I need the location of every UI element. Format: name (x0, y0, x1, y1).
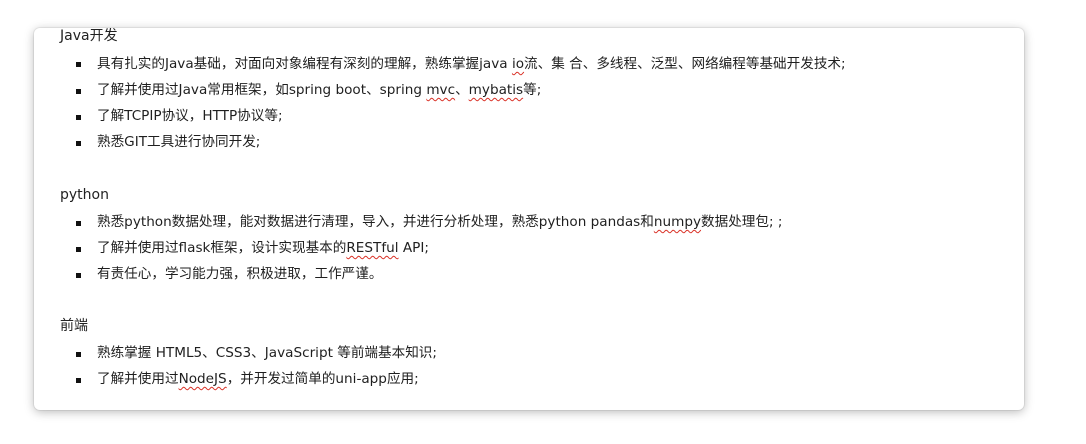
list-item: 了解TCPIP协议，HTTP协议等; (97, 108, 283, 124)
bullet-marker (76, 352, 81, 357)
section-heading-frontend: 前端 (60, 318, 88, 334)
document-page: Java开发 具有扎实的Java基础，对面向对象编程有深刻的理解，熟练掌握jav… (34, 28, 1024, 410)
section-heading-java: Java开发 (60, 28, 118, 44)
list-item: 了解并使用过flask框架，设计实现基本的RESTful API; (97, 240, 429, 256)
bullet-marker (76, 115, 81, 120)
bullet-marker (76, 221, 81, 226)
bullet-marker (76, 247, 81, 252)
bullet-marker (76, 141, 81, 146)
list-item: 具有扎实的Java基础，对面向对象编程有深刻的理解，熟练掌握java io流、集… (97, 56, 846, 72)
list-item: 熟悉python数据处理，能对数据进行清理，导入，并进行分析处理，熟悉pytho… (97, 214, 783, 230)
bullet-marker (76, 62, 81, 67)
bullet-marker (76, 273, 81, 278)
bullet-marker (76, 89, 81, 94)
list-item: 了解并使用过NodeJS，并开发过简单的uni-app应用; (97, 371, 419, 387)
list-item: 有责任心，学习能力强，积极进取，工作严谨。 (97, 266, 383, 282)
list-item: 了解并使用过Java常用框架，如spring boot、spring mvc、m… (97, 82, 542, 98)
bullet-marker (76, 378, 81, 383)
list-item: 熟悉GIT工具进行协同开发; (97, 134, 261, 150)
list-item: 熟练掌握 HTML5、CSS3、JavaScript 等前端基本知识; (97, 345, 437, 361)
section-heading-python: python (60, 187, 109, 203)
